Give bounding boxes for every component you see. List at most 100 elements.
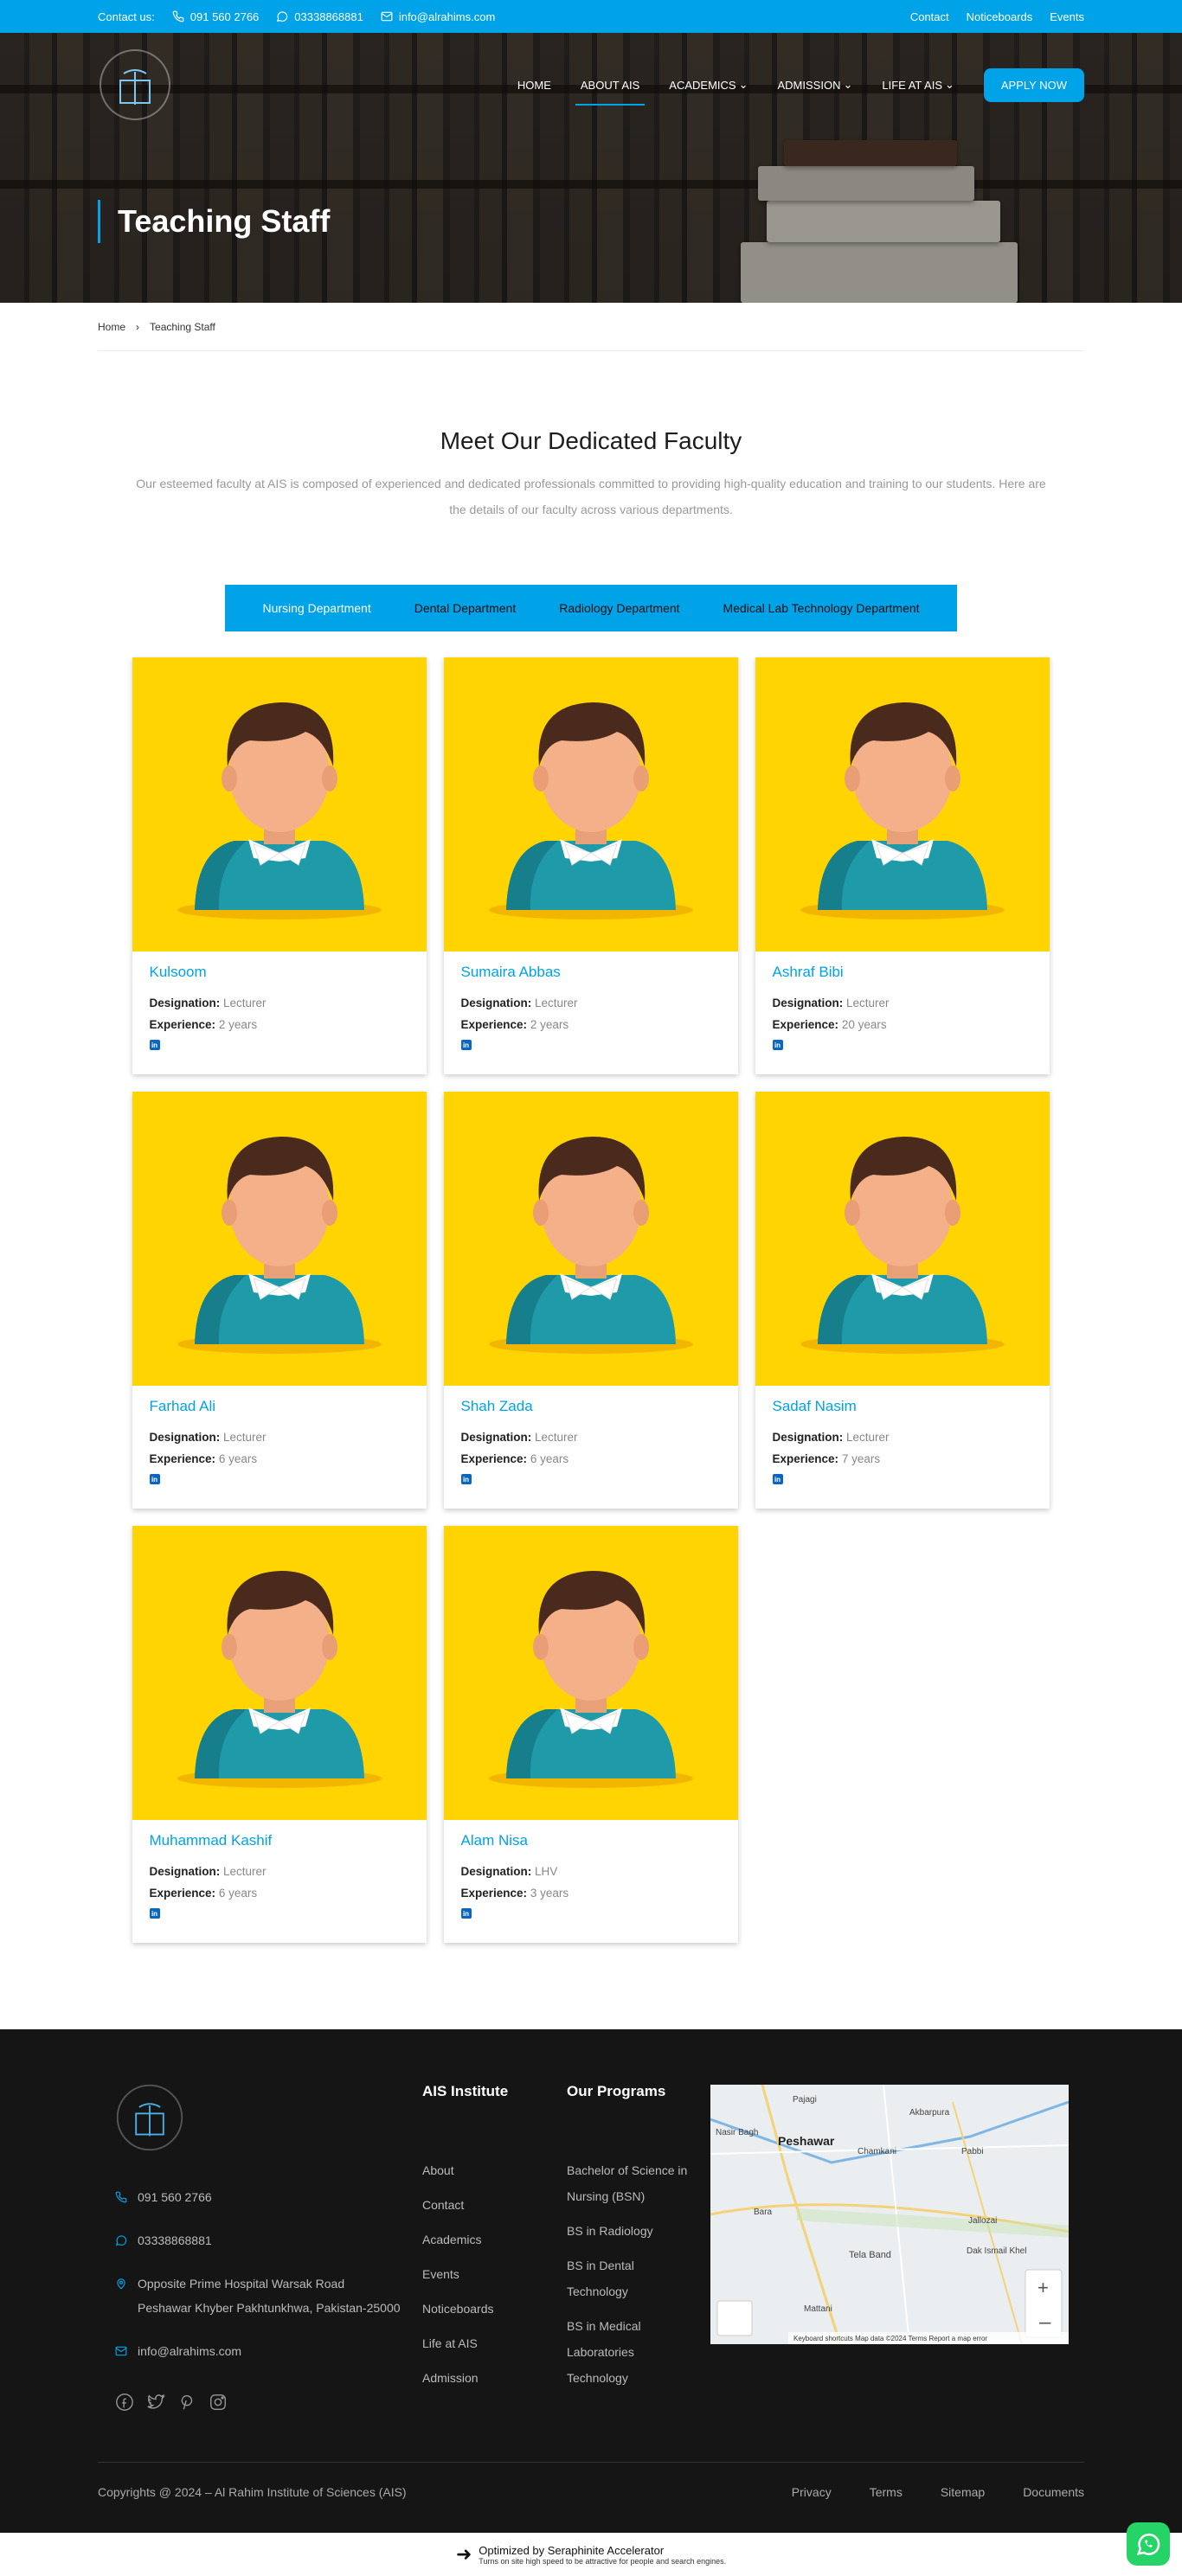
topbar-whatsapp[interactable]: 03338868881: [276, 10, 363, 23]
linkedin-icon[interactable]: in: [149, 1908, 160, 1919]
linkedin-icon[interactable]: in: [460, 1474, 472, 1484]
optimizer-badge[interactable]: ➜ Optimized by Seraphinite Accelerator T…: [0, 2533, 1182, 2576]
contact-label: Contact us:: [98, 10, 155, 23]
designation-row: Designation: LHV: [460, 1865, 558, 1878]
footer-link-academics[interactable]: Academics: [422, 2227, 508, 2252]
map-label: Bara: [754, 2208, 773, 2217]
faculty-card: Shah Zada Designation: Lecturer Experien…: [443, 1092, 738, 1509]
footer-link-events[interactable]: Events: [422, 2261, 508, 2287]
location-map[interactable]: Pajagi Akbarpura Nasir Bagh Peshawar Cha…: [710, 2085, 1069, 2344]
footer-programs-column: Our Programs Bachelor of Science in Nurs…: [567, 2083, 688, 2400]
designation-row: Designation: Lecturer: [149, 1431, 267, 1444]
footer-link-documents[interactable]: Documents: [1023, 2485, 1084, 2533]
mail-icon: [381, 11, 393, 22]
logo-emblem-icon: [116, 2084, 183, 2151]
faculty-name[interactable]: Shah Zada: [461, 1398, 721, 1415]
experience-row: Experience: 20 years: [772, 1018, 887, 1031]
footer-email[interactable]: info@alrahims.com: [115, 2339, 401, 2363]
footer-program-dental[interactable]: BS in Dental Technology: [567, 2252, 688, 2304]
chevron-down-icon: ⌄: [843, 78, 853, 91]
footer-link-contact[interactable]: Contact: [422, 2192, 508, 2218]
breadcrumb-home[interactable]: Home: [98, 321, 125, 333]
faculty-grid: Kulsoom Designation: Lecturer Experience…: [132, 657, 1050, 1943]
nav-academics[interactable]: ACADEMICS ⌄: [669, 71, 748, 99]
designation-row: Designation: Lecturer: [772, 1431, 890, 1444]
page-title: Teaching Staff: [98, 200, 330, 243]
linkedin-icon[interactable]: in: [460, 1908, 472, 1919]
map-label: Mattani: [804, 2304, 832, 2314]
avatar: [443, 1092, 738, 1386]
whatsapp-chat-button[interactable]: [1127, 2522, 1170, 2566]
topbar-link-contact[interactable]: Contact: [910, 10, 949, 23]
map-label: Jallozai: [968, 2216, 997, 2226]
map-label: Akbarpura: [909, 2108, 950, 2118]
nav-about[interactable]: ABOUT AIS: [575, 72, 646, 106]
section-description: Our esteemed faculty at AIS is composed …: [136, 477, 1046, 516]
nav-life[interactable]: LIFE AT AIS ⌄: [882, 71, 954, 99]
facebook-icon[interactable]: [115, 2393, 134, 2412]
footer-link-admission[interactable]: Admission: [422, 2365, 508, 2391]
map-label: Pabbi: [961, 2147, 984, 2156]
location-pin-icon: [117, 2278, 125, 2290]
linkedin-icon[interactable]: in: [772, 1040, 783, 1050]
avatar: [132, 1092, 427, 1386]
designation-row: Designation: Lecturer: [460, 1431, 578, 1444]
nav-home[interactable]: HOME: [517, 72, 551, 99]
faculty-card: Sumaira Abbas Designation: Lecturer Expe…: [443, 657, 738, 1074]
faculty-name[interactable]: Alam Nisa: [461, 1832, 721, 1849]
svg-text:–: –: [1039, 2310, 1051, 2334]
faculty-card: Farhad Ali Designation: Lecturer Experie…: [132, 1092, 427, 1509]
faculty-name[interactable]: Sadaf Nasim: [773, 1398, 1032, 1415]
phone-icon: [172, 10, 184, 22]
footer-whatsapp[interactable]: 03338868881: [115, 2228, 401, 2252]
footer-program-radiology[interactable]: BS in Radiology: [567, 2218, 688, 2244]
whatsapp-icon: [115, 2235, 127, 2246]
footer-link-noticeboards[interactable]: Noticeboards: [422, 2296, 508, 2322]
site-logo[interactable]: [98, 48, 172, 122]
tab-radiology[interactable]: Radiology Department: [559, 601, 679, 615]
footer-address: Opposite Prime Hospital Warsak Road Pesha…: [115, 2272, 401, 2320]
footer-phone[interactable]: 091 560 2766: [115, 2185, 401, 2209]
linkedin-icon[interactable]: in: [772, 1474, 783, 1484]
footer-program-medical-lab[interactable]: BS in Medical Laboratories Technology: [567, 2313, 688, 2391]
footer-link-life[interactable]: Life at AIS: [422, 2330, 508, 2356]
map-label: Dak Ismail Khel: [967, 2246, 1026, 2256]
apply-now-button[interactable]: APPLY NOW: [983, 67, 1084, 102]
twitter-icon[interactable]: [146, 2393, 165, 2412]
footer-link-about[interactable]: About: [422, 2157, 508, 2183]
tab-nursing[interactable]: Nursing Department: [262, 601, 370, 615]
person-avatar-icon: [488, 1571, 693, 1788]
linkedin-icon[interactable]: in: [460, 1040, 472, 1050]
footer-link-sitemap[interactable]: Sitemap: [941, 2485, 985, 2533]
footer-link-privacy[interactable]: Privacy: [792, 2485, 832, 2533]
svg-text:+: +: [1037, 2277, 1049, 2298]
footer-program-bsn[interactable]: Bachelor of Science in Nursing (BSN): [567, 2157, 688, 2209]
linkedin-icon[interactable]: in: [149, 1474, 160, 1484]
map-label: Chamkani: [858, 2147, 896, 2156]
person-avatar-icon: [177, 1571, 382, 1788]
experience-row: Experience: 6 years: [149, 1887, 258, 1900]
topbar-link-events[interactable]: Events: [1050, 10, 1084, 23]
topbar-phone[interactable]: 091 560 2766: [172, 10, 259, 23]
tab-dental[interactable]: Dental Department: [414, 601, 517, 615]
nav-admission[interactable]: ADMISSION ⌄: [778, 71, 853, 99]
faculty-name[interactable]: Kulsoom: [150, 964, 409, 981]
instagram-icon[interactable]: [209, 2393, 228, 2412]
avatar: [443, 657, 738, 952]
logo-emblem-icon: [100, 49, 170, 120]
topbar-link-noticeboards[interactable]: Noticeboards: [967, 10, 1033, 23]
footer-link-terms[interactable]: Terms: [870, 2485, 903, 2533]
faculty-name[interactable]: Ashraf Bibi: [773, 964, 1032, 981]
footer-bottom: Copyrights @ 2024 – Al Rahim Institute o…: [98, 2462, 1084, 2533]
footer-logo[interactable]: [115, 2083, 184, 2152]
faculty-name[interactable]: Muhammad Kashif: [150, 1832, 409, 1849]
mail-icon: [115, 2346, 127, 2356]
topbar-email[interactable]: info@alrahims.com: [381, 10, 495, 23]
linkedin-icon[interactable]: in: [149, 1040, 160, 1050]
pinterest-icon[interactable]: [177, 2393, 196, 2412]
designation-row: Designation: Lecturer: [460, 996, 578, 1009]
tab-medical-lab[interactable]: Medical Lab Technology Department: [723, 601, 920, 615]
faculty-name[interactable]: Farhad Ali: [150, 1398, 409, 1415]
experience-row: Experience: 2 years: [460, 1018, 569, 1031]
faculty-name[interactable]: Sumaira Abbas: [461, 964, 721, 981]
